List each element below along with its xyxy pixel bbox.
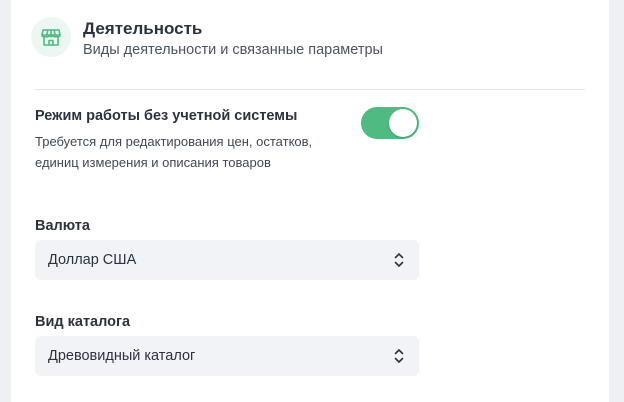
settings-card: Деятельность Виды деятельности и связанн… — [11, 0, 609, 402]
catalog-type-select[interactable]: Древовидный каталог — [35, 336, 419, 376]
storefront-icon — [31, 17, 71, 57]
mode-title: Режим работы без учетной системы — [35, 108, 298, 124]
chevron-up-down-icon — [393, 347, 405, 365]
section-header: Деятельность Виды деятельности и связанн… — [31, 17, 591, 61]
section-title: Деятельность — [83, 19, 203, 38]
currency-select[interactable]: Доллар США — [35, 240, 419, 280]
no-accounting-mode-toggle[interactable] — [361, 107, 419, 139]
toggle-knob — [389, 109, 417, 137]
currency-value: Доллар США — [48, 252, 137, 268]
catalog-type-label: Вид каталога — [35, 314, 131, 330]
divider — [35, 89, 585, 90]
chevron-up-down-icon — [393, 251, 405, 269]
catalog-type-value: Древовидный каталог — [48, 348, 196, 364]
section-subtitle: Виды деятельности и связанные параметры — [83, 42, 383, 58]
mode-description: Требуется для редактирования цен, остатк… — [35, 134, 313, 170]
currency-label: Валюта — [35, 218, 90, 234]
